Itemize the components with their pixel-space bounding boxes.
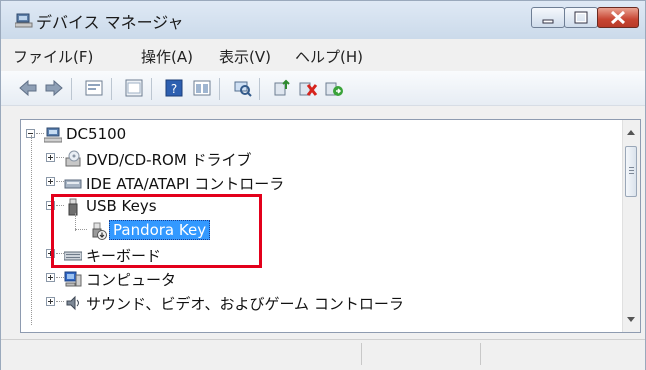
dvd-drive-icon	[65, 150, 81, 167]
expand-toggle[interactable]	[46, 177, 55, 186]
menu-view[interactable]: 表示(V)	[219, 46, 271, 67]
menu-help[interactable]: ヘルプ(H)	[295, 46, 363, 67]
status-cell	[362, 343, 481, 365]
minimize-button[interactable]	[531, 7, 565, 28]
properties-icon[interactable]	[83, 77, 105, 99]
menu-action[interactable]: 操作(A)	[141, 46, 193, 67]
root-label: DC5100	[66, 125, 127, 143]
uninstall-icon[interactable]	[297, 77, 319, 99]
device-manager-icon	[15, 13, 33, 28]
svg-text:?: ?	[171, 82, 177, 96]
ide-controller-icon	[64, 179, 82, 189]
highlight-box	[51, 194, 262, 268]
computer-icon	[64, 271, 82, 287]
vertical-scrollbar[interactable]	[622, 120, 640, 332]
enable-icon[interactable]	[323, 77, 345, 99]
close-icon	[610, 10, 626, 25]
tree-item-label: IDE ATA/ATAPI コントローラ	[86, 175, 285, 193]
update-driver-icon[interactable]	[271, 77, 293, 99]
menu-bar: ファイル(F) 操作(A) 表示(V) ヘルプ(H)	[1, 39, 645, 69]
tree-item-label: DVD/CD-ROM ドライブ	[86, 151, 252, 169]
title-bar[interactable]: デバイス マネージャ	[1, 1, 645, 39]
maximize-button[interactable]	[564, 7, 598, 28]
status-cell	[1, 343, 362, 365]
status-cell	[481, 343, 641, 365]
scroll-up-icon[interactable]	[627, 130, 635, 135]
tree-item-sound[interactable]: サウンド、ビデオ、およびゲーム コントローラ	[21, 291, 621, 315]
menu-file[interactable]: ファイル(F)	[13, 46, 93, 67]
expand-toggle[interactable]	[46, 273, 55, 282]
expand-toggle[interactable]	[46, 297, 55, 306]
tree-root[interactable]: DC5100	[21, 123, 621, 147]
computer-icon	[44, 127, 62, 143]
window-title: デバイス マネージャ	[36, 13, 184, 32]
device-manager-window: デバイス マネージャ ファイル(F) 操作(A) 表示(V) ヘルプ(H) ?	[0, 0, 646, 370]
scrollbar-thumb[interactable]	[625, 146, 637, 197]
back-icon[interactable]	[17, 77, 39, 99]
tree-item-label: サウンド、ビデオ、およびゲーム コントローラ	[86, 295, 404, 313]
forward-icon[interactable]	[43, 77, 65, 99]
speaker-icon	[66, 295, 79, 311]
help-icon[interactable]: ?	[163, 77, 185, 99]
tree-item-ide[interactable]: IDE ATA/ATAPI コントローラ	[21, 171, 621, 195]
console-icon[interactable]	[123, 77, 145, 99]
toolbar: ?	[1, 71, 645, 106]
status-bar	[1, 339, 645, 370]
scan-hardware-icon[interactable]	[231, 77, 253, 99]
scroll-down-icon[interactable]	[627, 317, 635, 322]
expand-toggle[interactable]	[46, 153, 55, 162]
tree-item-label: コンピュータ	[86, 271, 177, 289]
tree-item-computer[interactable]: コンピュータ	[21, 267, 621, 291]
minimize-icon	[542, 19, 554, 24]
view-icon[interactable]	[191, 77, 213, 99]
close-button[interactable]	[597, 7, 639, 28]
tree-item-dvd[interactable]: DVD/CD-ROM ドライブ	[21, 147, 621, 171]
maximize-icon	[574, 11, 588, 24]
